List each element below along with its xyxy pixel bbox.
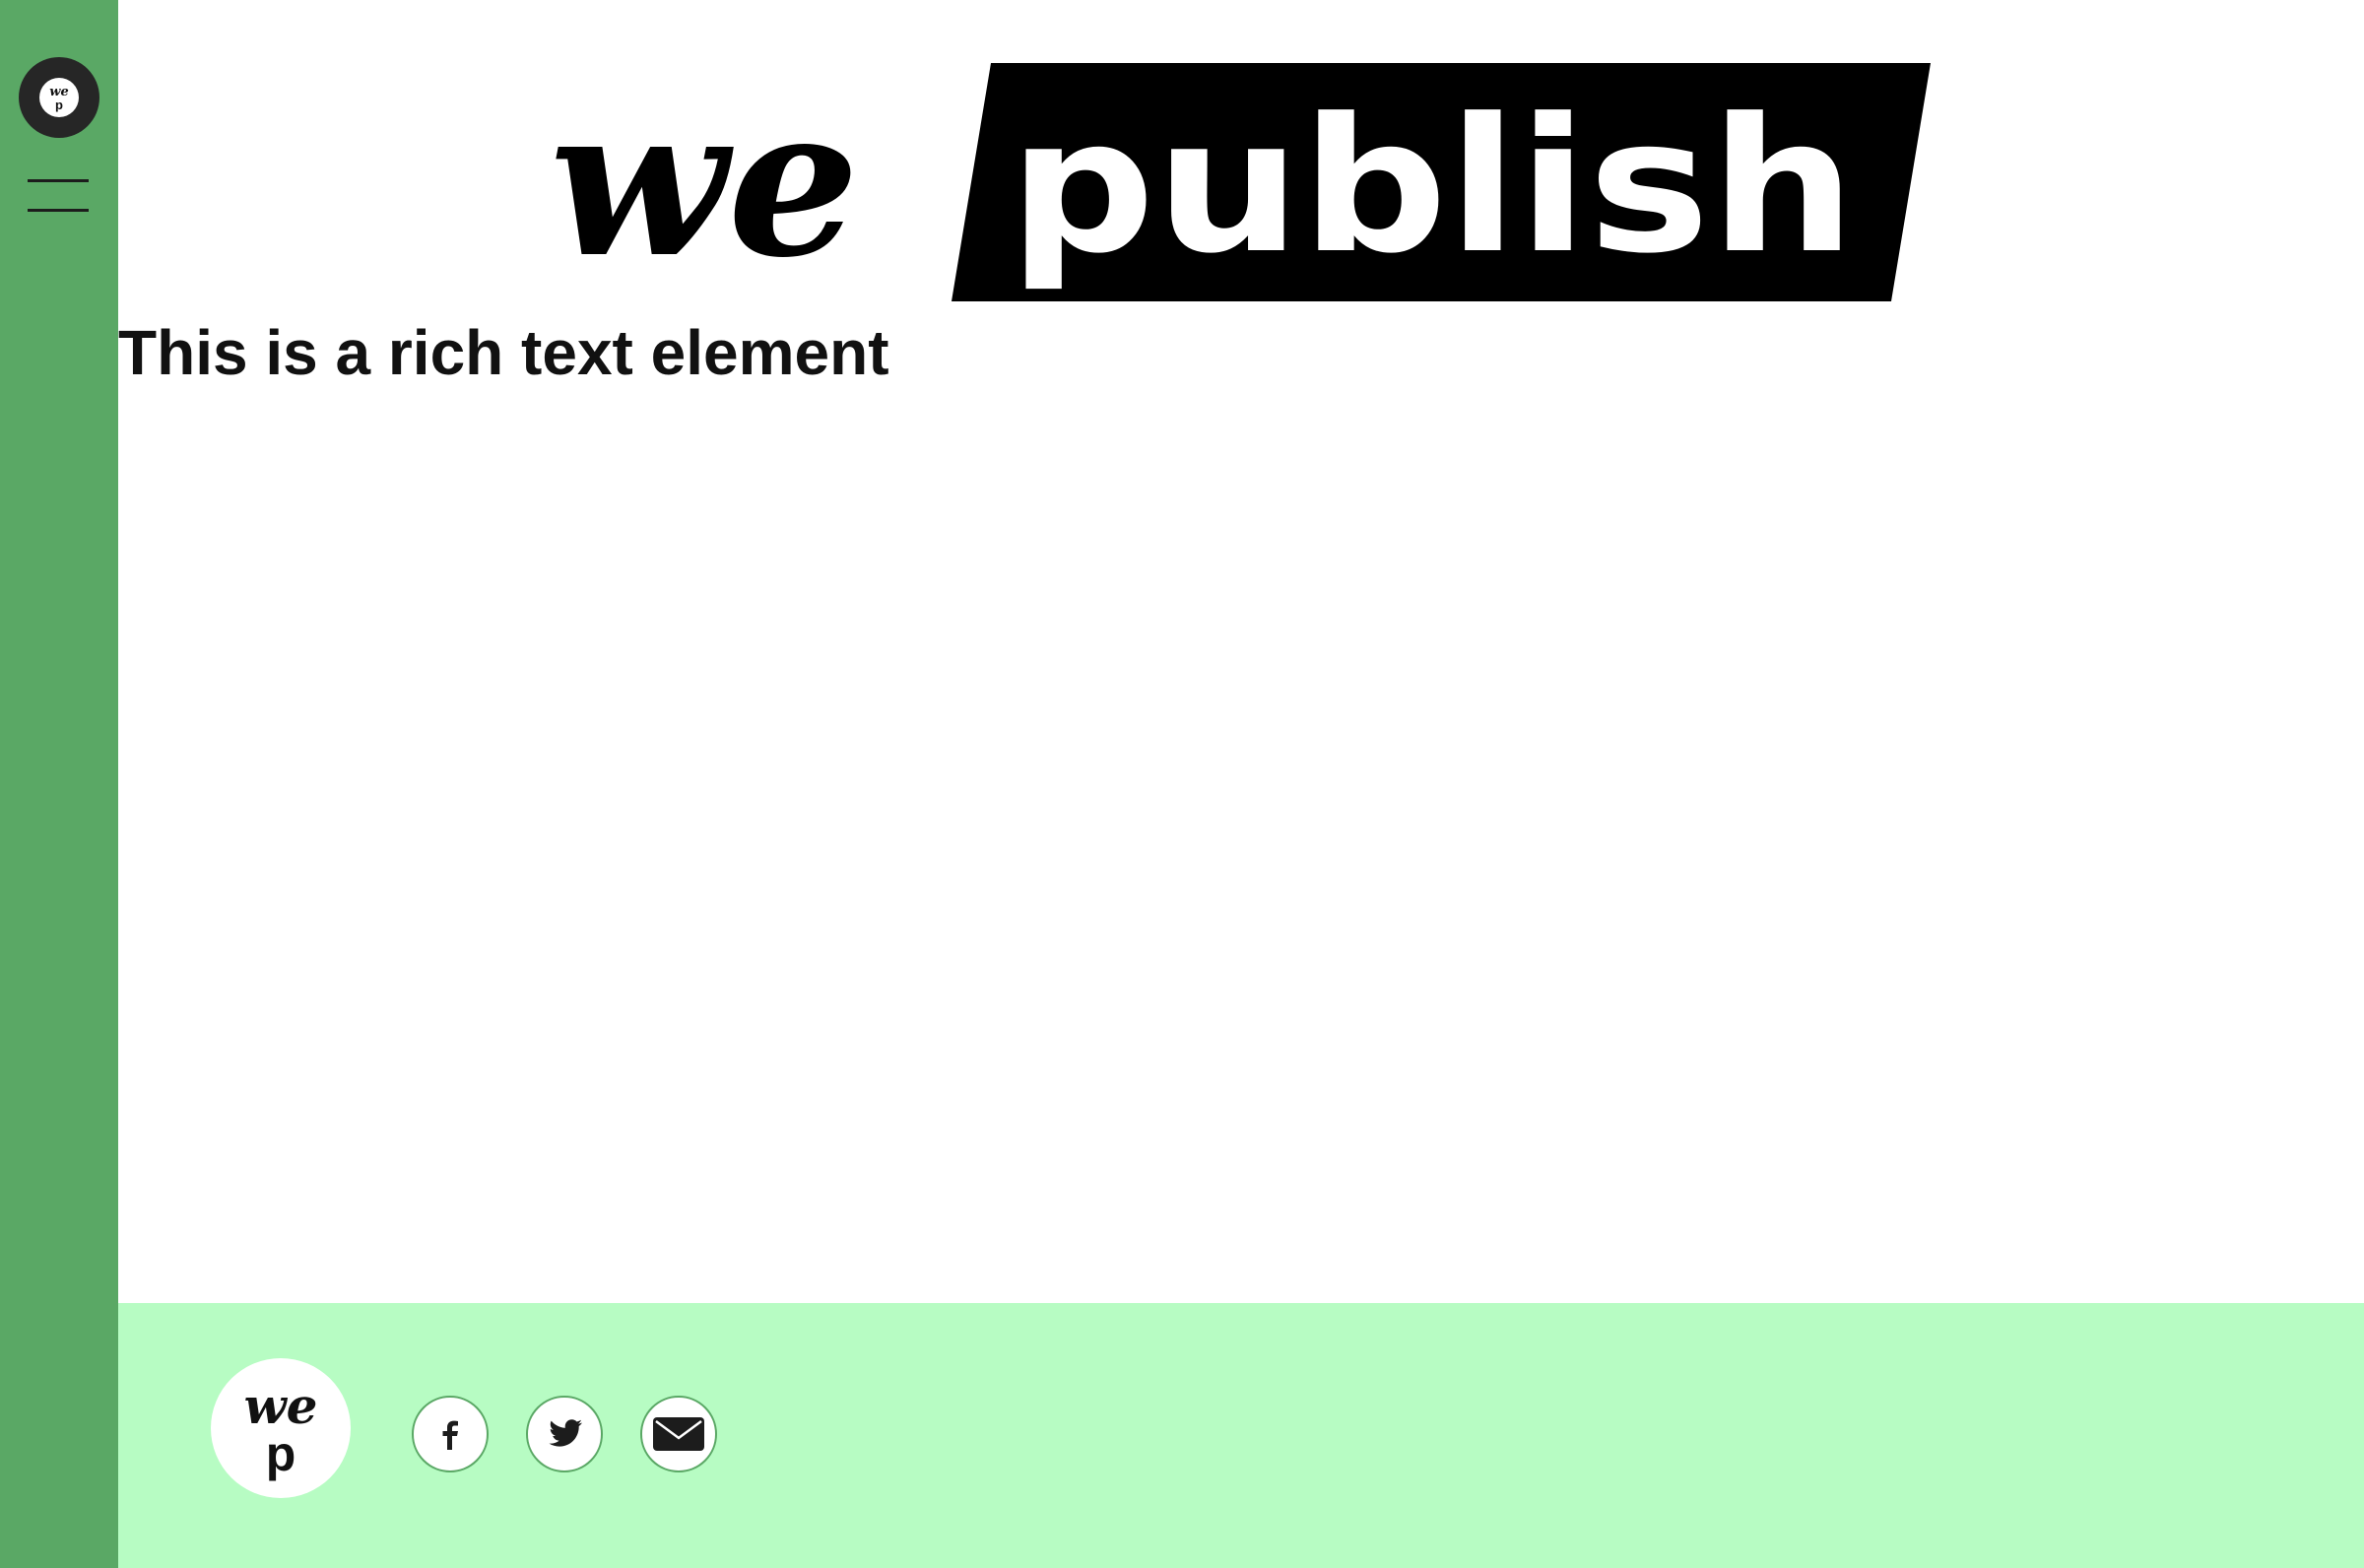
sidebar-logo-button[interactable]: we p [19,57,99,138]
footer-logo-p: p [266,1426,296,1481]
hamburger-menu-icon-line [28,209,89,212]
logo-script-text: we [550,60,859,303]
footer-logo-button[interactable]: we p [211,1358,351,1498]
menu-toggle-button[interactable] [28,177,91,217]
hamburger-menu-icon [28,179,89,182]
rich-text-heading: This is a rich text element [118,317,889,388]
twitter-icon [549,1419,583,1447]
twitter-share-button[interactable] [526,1396,603,1472]
logo-block-text: publish [1009,79,1856,294]
we-publish-mark-icon: we p [39,78,79,117]
facebook-icon [442,1420,458,1450]
sidebar: we p [0,0,118,1568]
email-share-button[interactable] [640,1396,717,1472]
we-publish-logo[interactable]: we publish [544,59,1933,311]
footer: we p [118,1303,2364,1568]
facebook-share-button[interactable] [412,1396,489,1472]
mail-icon [653,1417,704,1451]
we-publish-mark-icon: we p [244,1377,318,1481]
mark-text-p: p [55,98,63,112]
